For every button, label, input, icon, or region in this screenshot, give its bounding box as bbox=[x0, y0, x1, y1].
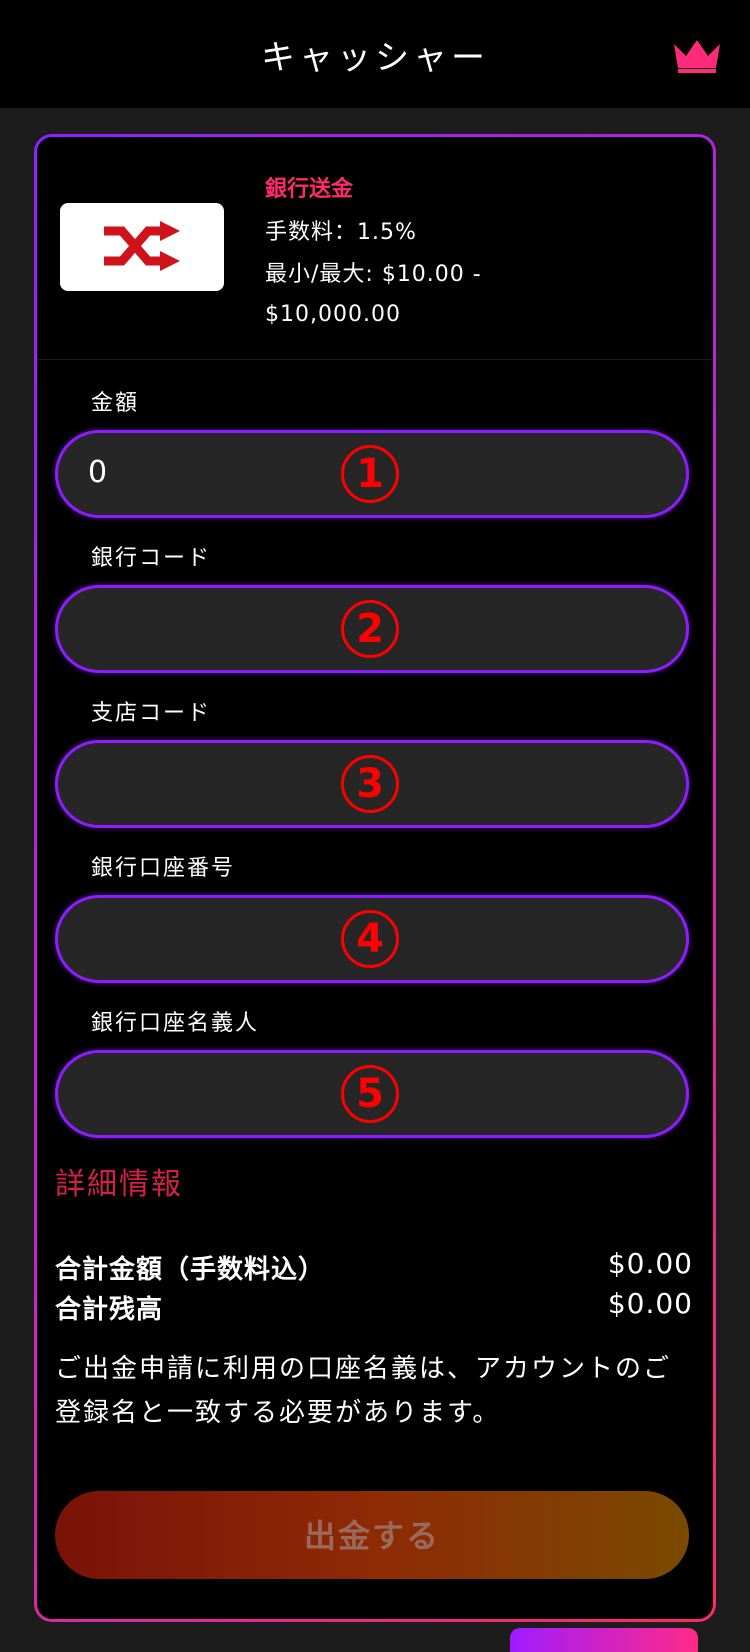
page-title: キャッシャー bbox=[261, 38, 489, 78]
branch-code-input[interactable]: 3 bbox=[55, 740, 689, 828]
branch-code-label: 支店コード bbox=[91, 701, 212, 726]
divider bbox=[37, 359, 713, 360]
header-bar: キャッシャー bbox=[0, 0, 750, 108]
details-link[interactable]: 詳細情報 bbox=[55, 1159, 183, 1203]
amount-label: 金額 bbox=[91, 391, 140, 416]
step-marker-2: 2 bbox=[341, 600, 399, 658]
method-fee: 手数料：1.5% bbox=[265, 220, 417, 245]
account-number-input[interactable]: 4 bbox=[55, 895, 689, 983]
withdraw-button[interactable]: 出金する bbox=[55, 1491, 689, 1579]
amount-value: 0 bbox=[88, 455, 108, 490]
method-name: 銀行送金 bbox=[265, 177, 354, 202]
bank-code-label: 銀行コード bbox=[91, 546, 212, 571]
step-marker-4: 4 bbox=[341, 910, 399, 968]
account-number-label: 銀行口座番号 bbox=[91, 856, 236, 881]
total-amount-label: 合計金額（手数料込） bbox=[55, 1255, 326, 1285]
step-marker-5: 5 bbox=[341, 1065, 399, 1123]
account-holder-label: 銀行口座名義人 bbox=[91, 1011, 260, 1036]
step-marker-1: 1 bbox=[341, 445, 399, 503]
bank-code-input[interactable]: 2 bbox=[55, 585, 689, 673]
shuffle-icon bbox=[104, 221, 180, 271]
total-balance-label: 合計残高 bbox=[55, 1295, 164, 1325]
method-limits: 最小/最大: $10.00 - $10,000.00 bbox=[265, 262, 482, 327]
total-amount-value: $0.00 bbox=[607, 1247, 693, 1280]
withdraw-card: 銀行送金 手数料：1.5% 最小/最大: $10.00 - $10,000.00… bbox=[34, 134, 716, 1622]
step-marker-3: 3 bbox=[341, 755, 399, 813]
crown-icon[interactable] bbox=[672, 38, 722, 74]
floating-tab[interactable] bbox=[510, 1628, 698, 1652]
account-holder-input[interactable]: 5 bbox=[55, 1050, 689, 1138]
amount-input[interactable]: 0 1 bbox=[55, 430, 689, 518]
total-balance-value: $0.00 bbox=[607, 1287, 693, 1320]
bank-transfer-logo bbox=[60, 203, 224, 291]
notice-text: ご出金申請に利用の口座名義は、アカウントのご登録名と一致する必要があります。 bbox=[55, 1354, 672, 1428]
